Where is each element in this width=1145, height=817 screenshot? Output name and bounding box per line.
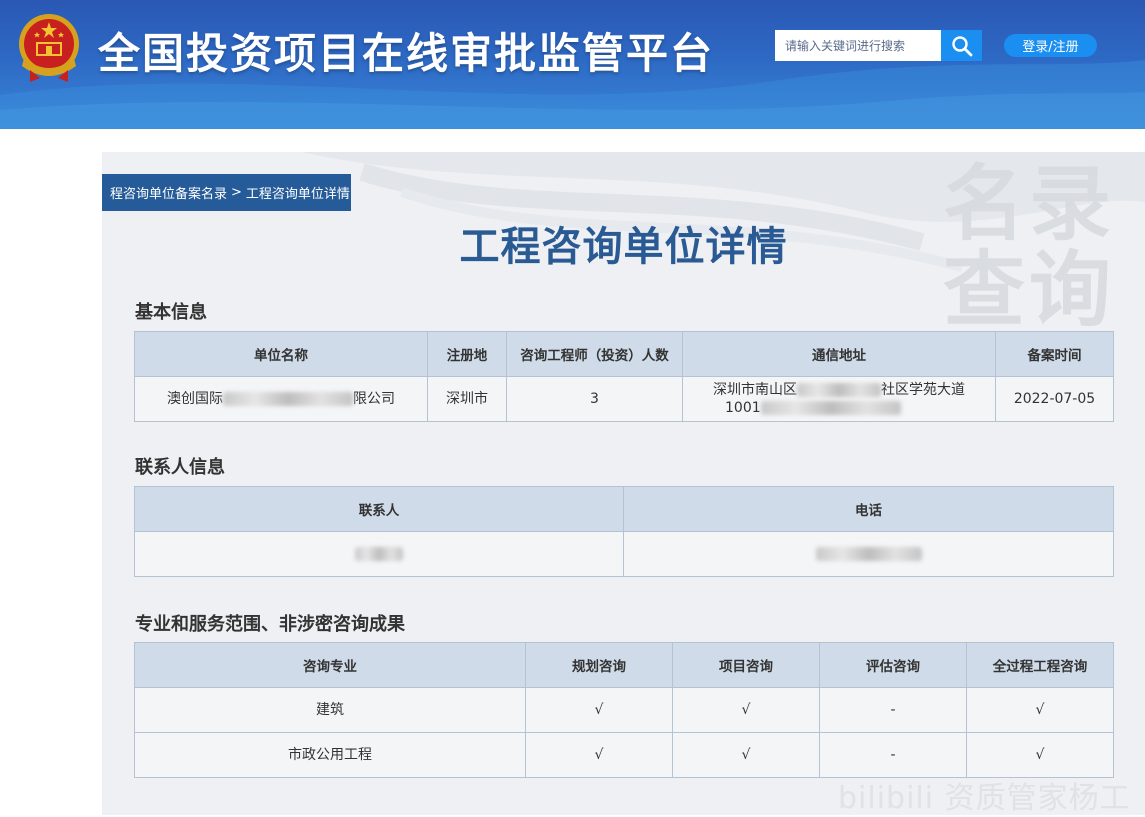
major-cell: 市政公用工程: [134, 732, 526, 778]
company-name-cell: 澳创国际 限公司: [134, 376, 428, 422]
column-header: 咨询工程师（投资）人数: [506, 331, 683, 377]
planning-cell: √: [525, 732, 673, 778]
content-panel: 名录 查询 程咨询单位备案名录 > 工程咨询单位详情 工程咨询单位详情 基本信息…: [102, 152, 1145, 815]
scope-table: 咨询专业 规划咨询 项目咨询 评估咨询 全过程工程咨询 建筑 √ √ - √ 市…: [134, 642, 1114, 778]
engineer-count-cell: 3: [506, 376, 683, 422]
column-header: 通信地址: [682, 331, 996, 377]
assessment-cell: -: [819, 732, 967, 778]
breadcrumb-parent-link[interactable]: 程咨询单位备案名录: [110, 183, 227, 202]
column-header: 评估咨询: [819, 642, 967, 688]
bilibili-watermark: bilibili 资质管家杨工: [838, 781, 1131, 816]
redacted-text: [355, 547, 403, 561]
redacted-text: [760, 401, 901, 415]
contact-info-section-title: 联系人信息: [135, 457, 225, 478]
national-emblem-icon: [19, 14, 79, 82]
redacted-text: [815, 547, 922, 561]
whole-process-cell: √: [966, 732, 1114, 778]
table-row: 澳创国际 限公司 深圳市 3 深圳市南山区 社区学苑大道 1001 2022-07-…: [134, 376, 1114, 422]
column-header: 电话: [623, 486, 1114, 532]
contact-person-cell: [134, 531, 624, 577]
column-header: 注册地: [427, 331, 507, 377]
major-cell: 建筑: [134, 687, 526, 733]
basic-info-table: 单位名称 注册地 咨询工程师（投资）人数 通信地址 备案时间 澳创国际 限公司 深…: [134, 331, 1114, 422]
breadcrumb: 程咨询单位备案名录 > 工程咨询单位详情: [102, 174, 351, 211]
login-register-button[interactable]: 登录/注册: [1004, 34, 1097, 57]
redacted-text: [797, 383, 881, 397]
column-header: 项目咨询: [672, 642, 820, 688]
address-cell: 深圳市南山区 社区学苑大道 1001: [682, 376, 996, 422]
column-header: 单位名称: [134, 331, 428, 377]
column-header: 全过程工程咨询: [966, 642, 1114, 688]
basic-info-section-title: 基本信息: [135, 302, 207, 323]
whole-process-cell: √: [966, 687, 1114, 733]
phone-cell: [623, 531, 1114, 577]
search-input[interactable]: [775, 30, 941, 61]
scope-section-title: 专业和服务范围、非涉密咨询成果: [135, 614, 405, 635]
project-cell: √: [672, 732, 820, 778]
project-cell: √: [672, 687, 820, 733]
column-header: 规划咨询: [525, 642, 673, 688]
table-header-row: 单位名称 注册地 咨询工程师（投资）人数 通信地址 备案时间: [134, 331, 1114, 377]
assessment-cell: -: [819, 687, 967, 733]
page-title: 工程咨询单位详情: [459, 224, 788, 270]
site-header: 全国投资项目在线审批监管平台 登录/注册: [0, 0, 1145, 129]
column-header: 咨询专业: [134, 642, 526, 688]
table-row: [134, 531, 1114, 577]
table-row: 市政公用工程 √ √ - √: [134, 732, 1114, 778]
search-icon: [951, 35, 972, 56]
breadcrumb-current: 工程咨询单位详情: [245, 187, 350, 202]
column-header: 联系人: [134, 486, 624, 532]
filing-date-cell: 2022-07-05: [995, 376, 1114, 422]
region-cell: 深圳市: [427, 376, 507, 422]
redacted-text: [223, 392, 353, 406]
table-row: 建筑 √ √ - √: [134, 687, 1114, 733]
table-header-row: 联系人 电话: [134, 486, 1114, 532]
search-button[interactable]: [941, 30, 982, 61]
contact-info-table: 联系人 电话: [134, 486, 1114, 577]
column-header: 备案时间: [995, 331, 1114, 377]
site-title: 全国投资项目在线审批监管平台: [98, 29, 715, 78]
planning-cell: √: [525, 687, 673, 733]
table-header-row: 咨询专业 规划咨询 项目咨询 评估咨询 全过程工程咨询: [134, 642, 1114, 688]
breadcrumb-separator: >: [231, 185, 242, 200]
